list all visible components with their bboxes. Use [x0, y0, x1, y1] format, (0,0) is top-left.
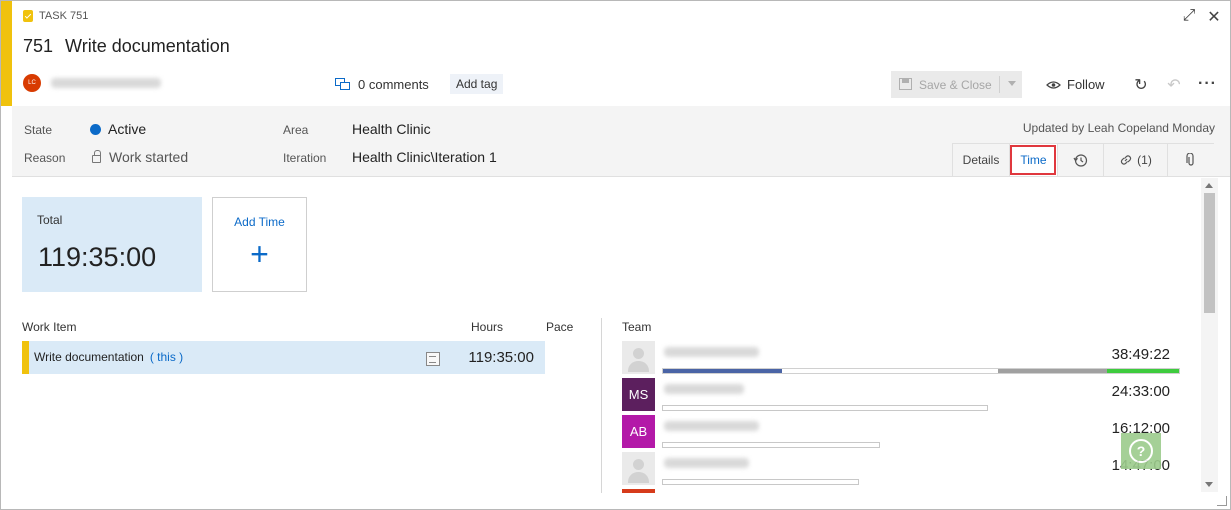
work-item-column-header: Work Item	[22, 320, 77, 334]
history-icon	[1073, 153, 1088, 167]
tab-history[interactable]	[1057, 144, 1103, 176]
avatar	[622, 452, 655, 485]
reason-label: Reason	[24, 151, 66, 165]
save-options-chevron-down-icon[interactable]	[1008, 81, 1016, 86]
question-icon: ?	[1129, 439, 1153, 463]
iteration-label: Iteration	[283, 151, 327, 165]
save-and-close-label: Save & Close	[919, 77, 992, 92]
updated-by-text: Updated by Leah Copeland Monday	[1022, 121, 1215, 135]
member-time-bar	[662, 405, 988, 411]
member-time-bar	[662, 479, 859, 485]
eye-icon	[1046, 80, 1061, 89]
work-item-name: Write documentation ( this )	[34, 350, 183, 364]
tab-time[interactable]: Time	[1009, 144, 1057, 176]
add-tag-button[interactable]: Add tag	[450, 74, 504, 94]
comments-link[interactable]: 0 comments	[335, 77, 429, 92]
reason-value: Work started	[109, 149, 189, 165]
total-time-card: Total 119:35:00	[22, 197, 202, 292]
avatar: AB	[622, 415, 655, 448]
area-field[interactable]: Health Clinic	[352, 121, 431, 137]
vertical-scrollbar[interactable]	[1201, 178, 1218, 492]
links-count: (1)	[1137, 153, 1152, 167]
member-name-redacted	[664, 384, 744, 394]
follow-button[interactable]: Follow	[1046, 77, 1105, 92]
state-field[interactable]: Active	[90, 121, 146, 137]
area-label: Area	[283, 123, 309, 137]
add-time-label: Add Time	[234, 215, 285, 229]
member-time: 38:49:22	[1111, 346, 1170, 363]
team-member-row[interactable]: MS 24:33:00	[622, 378, 1177, 414]
paperclip-icon	[1186, 153, 1194, 166]
state-indicator-icon	[90, 124, 101, 135]
member-time-bar	[662, 442, 880, 448]
follow-label: Follow	[1067, 77, 1105, 92]
bar-segment-green	[1106, 369, 1179, 373]
team-member-row[interactable]: AB 16:12:00	[622, 415, 1177, 451]
comments-icon	[335, 78, 350, 90]
avatar	[622, 341, 655, 374]
work-item-fields-panel: State Active Reason Work started Area He…	[12, 106, 1230, 177]
bar-segment-blue	[663, 369, 782, 373]
tab-attachments[interactable]	[1167, 144, 1214, 176]
work-item-type-text: TASK 751	[39, 10, 89, 22]
scroll-down-icon[interactable]	[1205, 482, 1213, 487]
team-member-row[interactable]: 14:47:00	[622, 452, 1177, 488]
assignee-avatar: LC	[23, 74, 41, 92]
member-name-redacted	[664, 458, 749, 468]
tab-details[interactable]: Details	[952, 144, 1009, 176]
add-time-button[interactable]: Add Time +	[212, 197, 307, 292]
table-row[interactable]: Write documentation ( this ) 119:35:00	[22, 341, 545, 374]
lock-icon	[92, 150, 101, 163]
next-member-avatar	[622, 489, 655, 493]
total-label: Total	[37, 213, 63, 227]
refresh-icon[interactable]: ↻	[1132, 75, 1150, 95]
resize-grip-icon[interactable]	[1217, 496, 1227, 506]
scrollbar-thumb[interactable]	[1204, 193, 1215, 313]
assigned-to-field[interactable]: LC	[23, 74, 161, 92]
panel-divider	[601, 318, 602, 493]
close-icon[interactable]: ✕	[1204, 7, 1224, 27]
link-icon	[1121, 155, 1132, 165]
team-column-header: Team	[622, 320, 652, 334]
work-item-type-label: TASK 751	[23, 10, 88, 22]
comments-count: 0 comments	[358, 77, 429, 92]
save-icon	[899, 78, 912, 90]
task-icon	[23, 10, 33, 22]
maximize-icon[interactable]: ⤢	[1179, 7, 1199, 25]
state-value: Active	[108, 121, 147, 137]
work-item-tabs: Details Time (1)	[952, 143, 1214, 176]
total-value: 119:35:00	[38, 242, 157, 272]
hours-column-header: Hours	[471, 320, 504, 334]
bar-segment-gray	[998, 369, 1107, 373]
work-item-title-row: 751 Write documentation	[23, 36, 230, 57]
timesheet-icon[interactable]	[426, 352, 440, 366]
team-member-row[interactable]: 38:49:22	[622, 341, 1180, 377]
member-name-redacted	[664, 347, 759, 357]
work-item-id: 751	[23, 36, 54, 56]
work-item-name-text: Write documentation	[34, 350, 144, 364]
more-icon[interactable]: ···	[1198, 75, 1216, 93]
help-button[interactable]: ?	[1121, 433, 1161, 469]
assignee-name-redacted	[51, 78, 161, 88]
state-label: State	[24, 123, 53, 137]
work-item-hours: 119:35:00	[468, 349, 534, 366]
member-name-redacted	[664, 421, 759, 431]
work-item-title[interactable]: Write documentation	[65, 36, 230, 57]
plus-icon: +	[250, 236, 269, 272]
work-item-dialog: TASK 751 ⤢ ✕ 751 Write documentation LC …	[0, 0, 1231, 510]
pace-column-header: Pace	[546, 320, 574, 334]
this-link[interactable]: ( this )	[150, 350, 183, 364]
save-and-close-button[interactable]: Save & Close	[891, 71, 1022, 98]
iteration-field[interactable]: Health Clinic\Iteration 1	[352, 149, 497, 165]
member-time: 24:33:00	[1111, 383, 1170, 400]
avatar: MS	[622, 378, 655, 411]
scroll-up-icon[interactable]	[1205, 183, 1213, 188]
work-item-type-color-bar	[1, 1, 12, 106]
tab-links[interactable]: (1)	[1103, 144, 1167, 176]
member-time-bar	[662, 368, 1180, 374]
reason-field: Work started	[92, 149, 188, 165]
undo-icon[interactable]: ↶	[1165, 75, 1183, 95]
